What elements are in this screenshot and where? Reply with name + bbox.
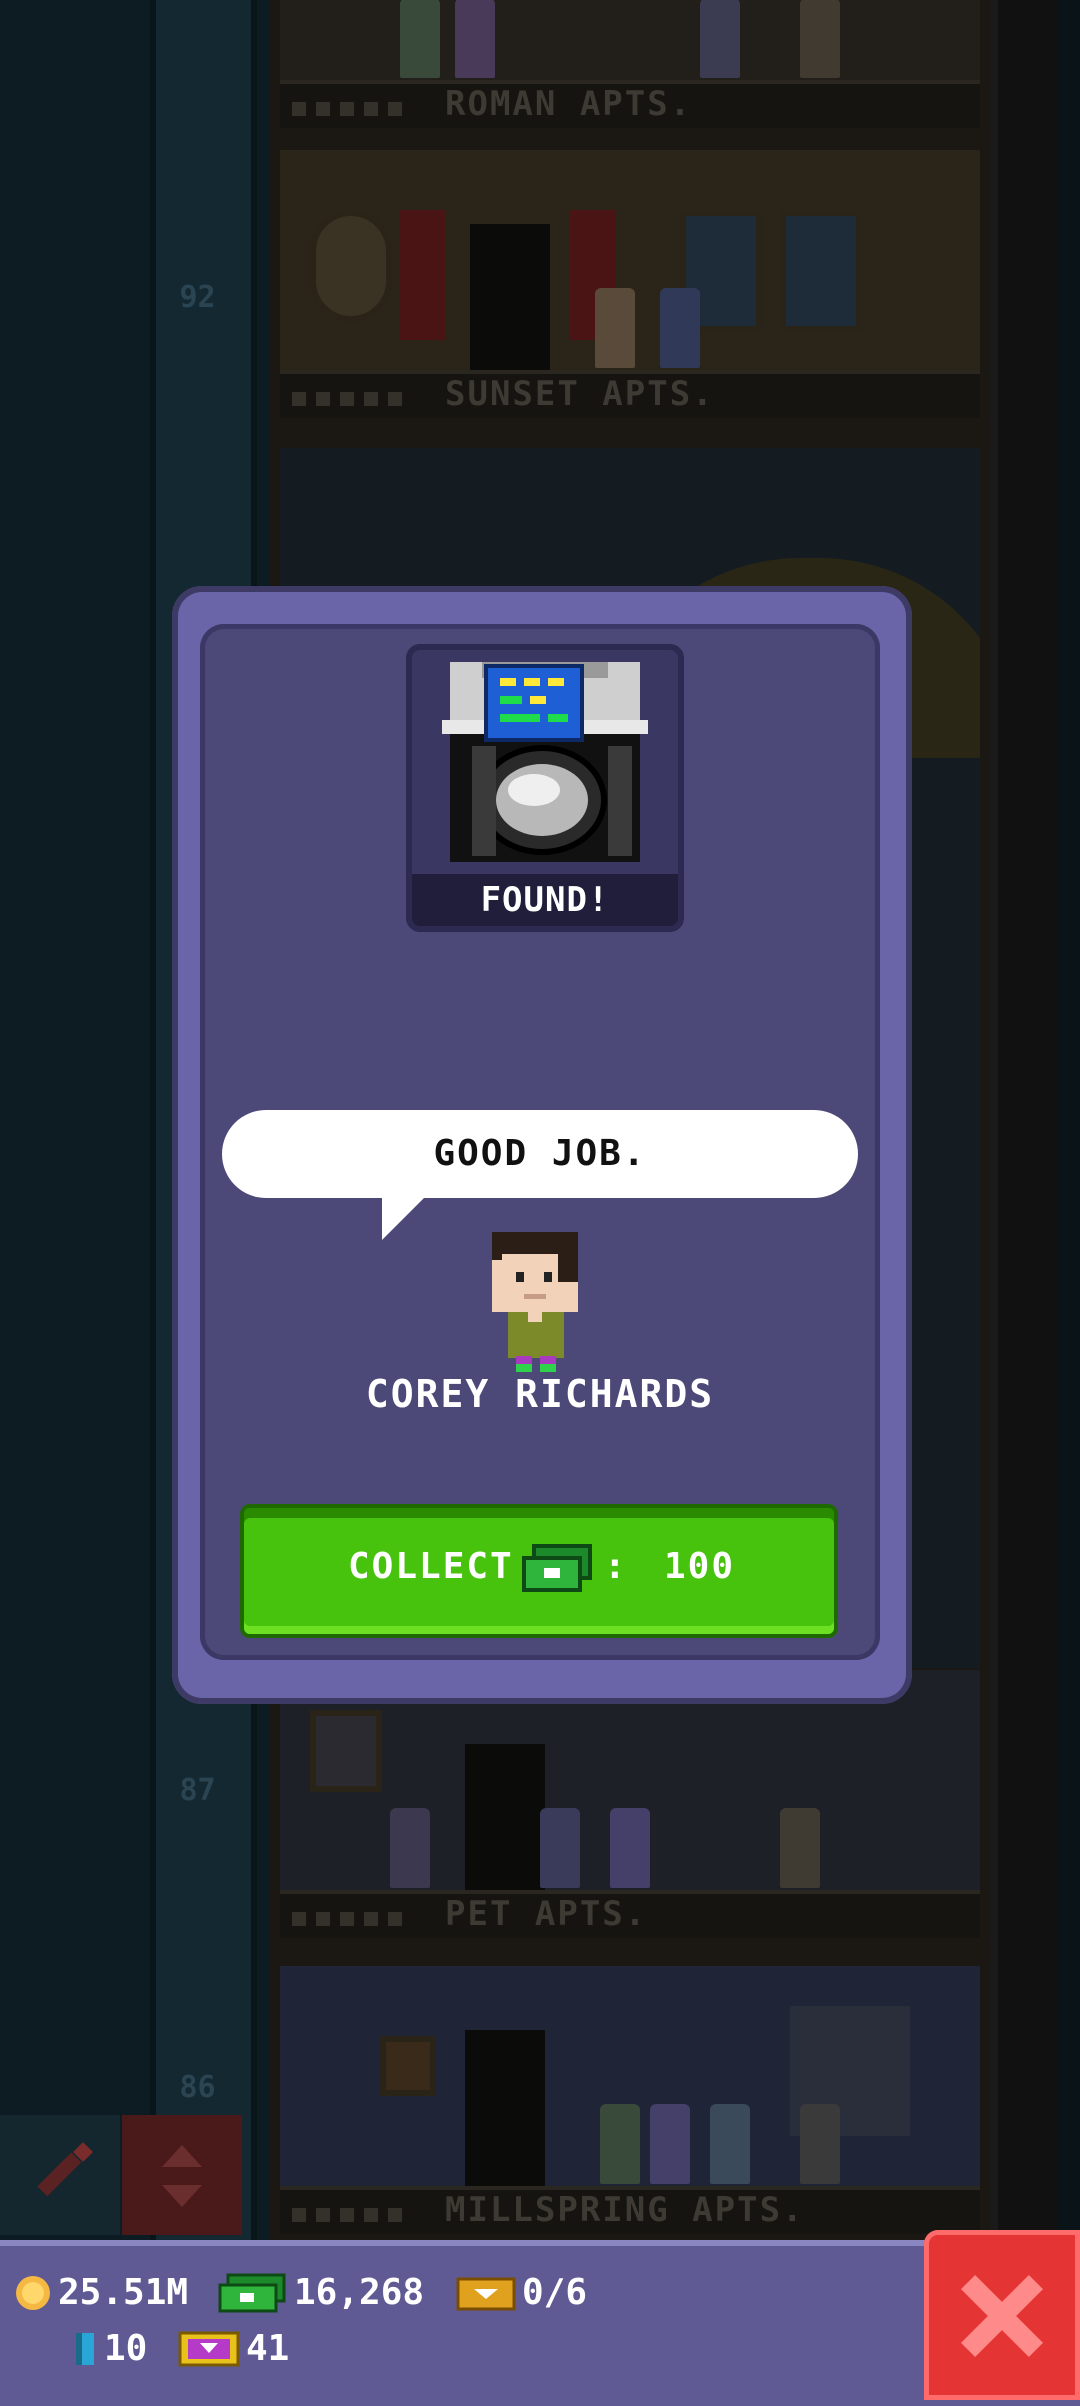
floor-name: PET APTS.	[445, 1894, 648, 1934]
pencil-icon	[37, 2142, 93, 2197]
floor-pet-apts[interactable]: PET APTS.	[280, 1670, 980, 1938]
floor-number: 86	[179, 2070, 216, 2105]
collect-label: COLLECT	[348, 1546, 514, 1587]
vip-value: 0/6	[522, 2272, 588, 2313]
collect-amount: 100	[664, 1546, 736, 1587]
coin-icon	[16, 2275, 50, 2310]
floor-name: MILLSPRING APTS.	[445, 2190, 805, 2230]
bux-icon	[218, 2273, 286, 2312]
floor-roman-apts[interactable]: ROMAN APTS.	[280, 0, 980, 128]
close-icon	[960, 2274, 1044, 2358]
washing-machine-icon	[442, 662, 648, 862]
close-button[interactable]	[924, 2230, 1080, 2400]
golden-ticket-icon	[178, 2331, 240, 2366]
keys-stat: 10	[72, 2328, 147, 2369]
bux-stat: 16,268	[218, 2272, 424, 2313]
floor-name: ROMAN APTS.	[445, 84, 693, 124]
bux-icon	[522, 1544, 592, 1592]
floor-sunset-apts[interactable]: SUNSET APTS.	[280, 150, 980, 418]
up-down-arrows-icon	[162, 2145, 202, 2207]
coins-value: 25.51M	[58, 2272, 189, 2313]
coins-stat: 25.51M	[14, 2272, 188, 2313]
vip-ticket-icon	[456, 2277, 516, 2310]
collect-separator: :	[604, 1546, 626, 1587]
tickets-value: 41	[246, 2328, 290, 2369]
pencil-tool-button[interactable]	[0, 2115, 120, 2235]
elevator-key-icon	[76, 2332, 94, 2365]
bitizen-avatar-icon	[492, 1232, 578, 1372]
building-rail	[990, 0, 1058, 2240]
character-name: COREY RICHARDS	[365, 1372, 715, 1416]
found-status-label: FOUND!	[412, 874, 678, 926]
floor-name: SUNSET APTS.	[445, 374, 715, 414]
floor-number: 87	[179, 1773, 216, 1808]
keys-value: 10	[104, 2328, 148, 2369]
vip-stat: 0/6	[456, 2272, 587, 2313]
bux-value: 16,268	[294, 2272, 425, 2313]
floor-number: 92	[179, 280, 216, 315]
tickets-stat: 41	[178, 2328, 289, 2369]
speech-bubble-tail	[382, 1196, 426, 1240]
collect-button[interactable]: COLLECT : 100	[244, 1508, 834, 1634]
elevator-arrows-button[interactable]	[122, 2115, 242, 2235]
floor-millspring-apts[interactable]: MILLSPRING APTS.	[280, 1966, 980, 2234]
speech-bubble: GOOD JOB.	[222, 1110, 858, 1198]
found-item-card: FOUND!	[406, 644, 684, 932]
status-bar: 25.51M 16,268 0/6 10 41	[0, 2240, 1080, 2406]
